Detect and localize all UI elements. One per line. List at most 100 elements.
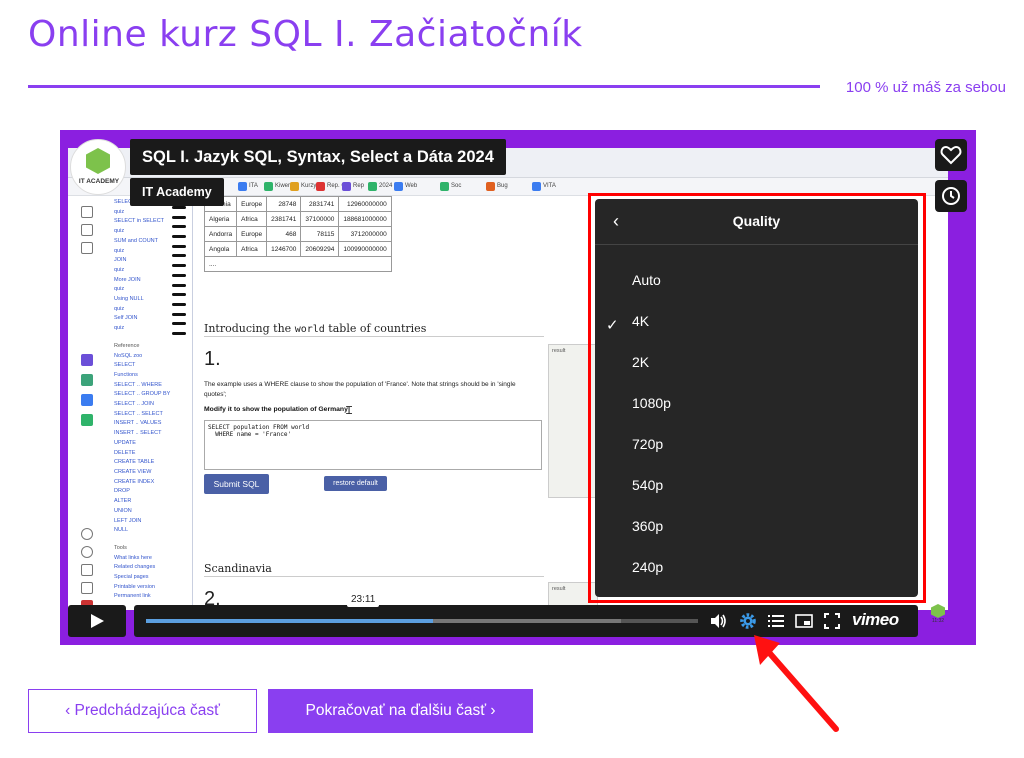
video-author[interactable]: IT Academy [130,178,224,206]
table-cell: 2831741 [300,196,340,212]
bookmark-item[interactable]: Kurzy [301,183,316,189]
table-cell: Africa [236,211,268,227]
quality-option-auto[interactable]: Auto [632,272,661,288]
bookmark-item[interactable]: Bug [497,183,508,189]
table-cell: Angola [203,241,238,257]
nav-link[interactable]: UPDATE [114,439,192,449]
course-progress-bar [28,85,820,88]
page-title: Online kurz SQL I. Začiatočník [28,14,583,55]
nav-link[interactable]: LEFT JOIN [114,517,192,527]
quality-option-2k[interactable]: 2K [632,354,649,370]
nav-link[interactable]: INSERT .. VALUES [114,419,192,429]
nav-link[interactable]: ALTER [114,497,192,507]
intro-code: world [294,324,325,335]
quality-option-540p[interactable]: 540p [632,477,663,493]
table-cell: Europe [236,226,268,242]
intro-prefix: Introducing the [204,322,292,335]
nav-link[interactable]: Permanent link [114,592,192,602]
nav-link[interactable]: CREATE VIEW [114,468,192,478]
video-title[interactable]: SQL I. Jazyk SQL, Syntax, Select a Dáta … [130,139,506,175]
seek-bar[interactable] [146,619,698,623]
table-row: Angola Africa 1246700 20609294 100990000000 [203,241,392,257]
quality-menu[interactable]: ‹ Quality ✓ Auto 4K 2K 1080p 720p 540p 360p 240… [595,199,918,597]
quality-option-240p[interactable]: 240p [632,559,663,575]
bookmark-icon [342,182,351,191]
previous-part-button[interactable]: ‹ Predchádzajúca časť [28,689,257,733]
mouse-cursor-icon: Ɪ [346,405,353,417]
table-cell: 100990000000 [338,241,392,257]
table-cell: Algeria [203,211,238,227]
bookmark-icon [290,182,299,191]
table-row: Andorra Europe 468 78115 3712000000 [203,226,392,242]
question-task: Modify it to show the population of Germ… [204,406,348,413]
table-cell: Europe [236,196,268,212]
question-description: The example uses a WHERE clause to show … [204,381,516,398]
nav-link[interactable]: Related changes [114,563,192,573]
nav-divider [192,198,193,610]
bookmark-icon [368,182,377,191]
bookmark-item[interactable]: ITA [249,183,258,189]
nav-link[interactable]: SELECT .. WHERE [114,381,192,391]
side-icon [81,374,93,386]
table-row: Algeria Africa 2381741 37100000 188681000000 [203,211,392,227]
nav-link[interactable]: Special pages [114,573,192,583]
course-progress-text: 100 % už máš za sebou [845,79,1006,96]
nav-link[interactable]: SELECT .. JOIN [114,400,192,410]
system-clock: 11:32 [920,604,956,632]
sql-editor[interactable]: SELECT population FROM world WHERE name … [204,420,542,470]
nav-link[interactable]: CREATE TABLE [114,458,192,468]
nav-reference-title: Reference [114,342,140,349]
nav-link[interactable]: SELECT [114,361,192,371]
table-cell: 1246700 [266,241,302,257]
submit-sql-button[interactable]: Submit SQL [204,474,269,494]
watch-later-button[interactable] [935,180,967,212]
bookmark-item[interactable]: VITA [543,183,556,189]
side-icon [81,394,93,406]
nav-link[interactable]: SELECT .. SELECT [114,410,192,420]
quality-option-4k[interactable]: 4K [632,313,649,329]
bookmark-item[interactable]: Rep [353,183,364,189]
quality-option-720p[interactable]: 720p [632,436,663,452]
quality-menu-divider [595,244,918,245]
vimeo-logo[interactable]: vimeo [852,610,899,630]
nav-link[interactable]: What links here [114,554,192,564]
nav-link[interactable]: NULL [114,526,192,536]
clock-icon [942,187,960,205]
volume-icon[interactable] [708,611,728,637]
side-icon [81,564,93,576]
bookmark-item[interactable]: Web [405,183,417,189]
table-cell: 37100000 [300,211,340,227]
nav-progress-bar [172,273,186,277]
side-icon [81,354,93,366]
nav-progress-bar [172,235,186,239]
nav-link[interactable]: NoSQL zoo [114,352,192,362]
bookmark-icon [486,182,495,191]
nav-link[interactable]: SELECT .. GROUP BY [114,390,192,400]
nav-progress-bar [172,312,186,316]
next-part-button[interactable]: Pokračovať na ďalšiu časť › [268,689,533,733]
play-icon [91,614,104,628]
table-cell: 3712000000 [338,226,392,242]
nav-link[interactable]: CREATE INDEX [114,478,192,488]
restore-default-button[interactable]: restore default [324,476,387,491]
nav-progress-bar [172,302,186,306]
bookmark-item[interactable]: Soc [451,183,461,189]
quality-option-1080p[interactable]: 1080p [632,395,671,411]
nav-link[interactable]: UNION [114,507,192,517]
play-button[interactable] [68,605,126,637]
nav-link[interactable]: Printable version [114,583,192,593]
seek-progress [146,619,434,623]
intro-suffix: table of countries [328,322,427,335]
nav-link[interactable]: DROP [114,487,192,497]
nav-tools-title: Tools [114,544,127,551]
nav-progress-bar [172,225,186,229]
like-button[interactable] [935,139,967,171]
bookmark-item[interactable]: 2024 [379,183,392,189]
clock-text: 11:32 [931,618,945,624]
nav-link[interactable]: DELETE [114,449,192,459]
nav-link[interactable]: Functions [114,371,192,381]
heart-icon [940,145,962,165]
nav-link[interactable]: INSERT .. SELECT [114,429,192,439]
quality-option-360p[interactable]: 360p [632,518,663,534]
bookmark-icon [316,182,325,191]
